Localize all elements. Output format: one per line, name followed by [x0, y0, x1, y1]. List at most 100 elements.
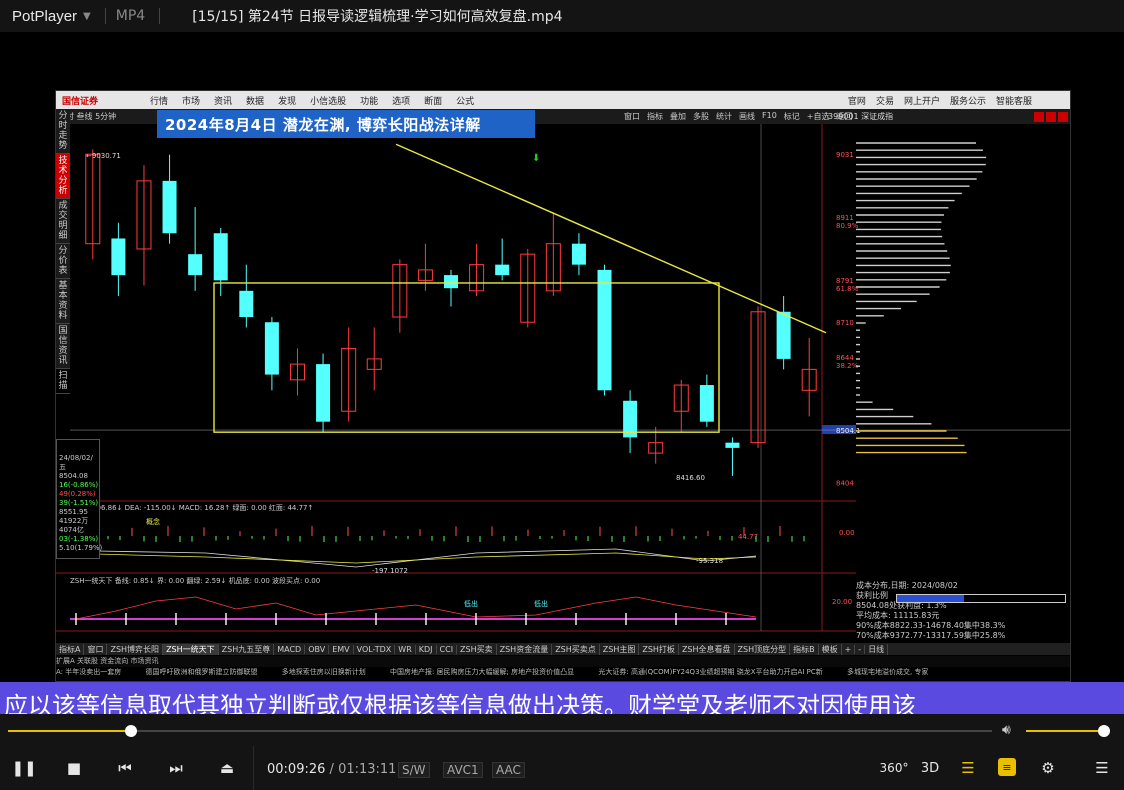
mini-icon[interactable]: [1046, 112, 1056, 122]
left-tabs: 分时走势 技术分析 成交明细 分价表 基本资料 国信资讯 扫描: [56, 109, 70, 394]
stop-icon[interactable]: ■: [64, 758, 84, 778]
left-tab[interactable]: 国信资讯: [56, 324, 70, 369]
toolbar-button[interactable]: 窗口: [624, 111, 640, 122]
seek-handle[interactable]: [125, 725, 137, 737]
chevron-down-icon[interactable]: ▼: [83, 11, 91, 22]
buy-label: 低出: [534, 599, 548, 608]
menu-icon[interactable]: ☰: [1092, 758, 1112, 778]
volume-fill: [1026, 730, 1104, 732]
menu-item[interactable]: 资讯: [214, 94, 232, 107]
eject-icon[interactable]: ⏏︎: [217, 758, 237, 778]
time-separator: /: [329, 762, 334, 777]
news-item[interactable]: 多地探索住房以旧换新计划: [282, 668, 366, 676]
toolbar-button[interactable]: 标记: [784, 111, 800, 122]
menu-item[interactable]: 行情: [150, 94, 168, 107]
pause-icon[interactable]: ❚❚: [11, 758, 36, 778]
3d-icon[interactable]: 3D: [920, 758, 940, 778]
indicator-tab[interactable]: ZSH主图: [600, 643, 640, 655]
left-tab[interactable]: 扫描: [56, 369, 70, 394]
indicator-tab[interactable]: OBV: [305, 644, 330, 654]
divider: [104, 8, 106, 24]
playlist-search-icon[interactable]: ☰: [958, 758, 978, 778]
menu-item[interactable]: 市场: [182, 94, 200, 107]
menu-item[interactable]: 发现: [278, 94, 296, 107]
indicator-tab[interactable]: ZSH打板: [639, 643, 679, 655]
indicator-tab[interactable]: VOL-TDX: [354, 644, 396, 654]
news-item[interactable]: 德国呼吁欧洲和俄罗斯建立防御联盟: [145, 668, 257, 676]
news-item[interactable]: A: 半年没卖出一套房: [56, 668, 121, 676]
candle-body: [444, 275, 458, 289]
previous-icon[interactable]: ⏮︎: [115, 758, 135, 778]
indicator-tab[interactable]: ZSH买卖: [457, 643, 497, 655]
menu-item[interactable]: 小信选股: [310, 94, 346, 107]
volume-handle[interactable]: [1097, 725, 1110, 737]
concept-label: 概念: [146, 517, 160, 526]
menu-right-item[interactable]: 官网: [848, 94, 866, 107]
indicator-tab[interactable]: +: [842, 644, 856, 654]
audio-codec-tag[interactable]: AAC: [492, 762, 525, 778]
mini-icon[interactable]: [1058, 112, 1068, 122]
left-tab[interactable]: 成交明细: [56, 199, 70, 244]
indicator-tab[interactable]: ZSH全息看盘: [679, 643, 735, 655]
toolbar-button[interactable]: 多股: [693, 111, 709, 122]
toolbar-buttons: 窗口 指标 叠加 多股 统计 画线 F10 标记 +自选 返回: [624, 111, 852, 122]
indicator-tab[interactable]: ZSH资金流量: [497, 643, 553, 655]
left-tab[interactable]: 基本资料: [56, 279, 70, 324]
indicator-tab[interactable]: ZSH九五至尊: [219, 643, 275, 655]
indicator-tab[interactable]: -: [855, 644, 866, 654]
indicator-tab[interactable]: 指标A: [56, 643, 85, 655]
window-controls: [1034, 112, 1068, 122]
news-item[interactable]: 中国房地产报: 居民购房压力大幅缓解; 房地产投资价值凸显: [390, 668, 574, 676]
candle-body: [264, 322, 279, 375]
indicator-tab[interactable]: ZSH一统天下: [163, 643, 219, 655]
info-line: 8504.08: [59, 472, 88, 480]
indicator-tab[interactable]: EMV: [329, 644, 354, 654]
left-tab[interactable]: 技术分析: [56, 154, 70, 199]
indicator-tab[interactable]: 指标B: [790, 643, 819, 655]
menu-item[interactable]: 选项: [392, 94, 410, 107]
news-item[interactable]: 多城现宅地溢价成交, 专家: [847, 668, 928, 676]
menu-right-item[interactable]: 交易: [876, 94, 894, 107]
toolbar-button[interactable]: F10: [762, 111, 777, 122]
divider: [253, 746, 254, 790]
menu-item[interactable]: 数据: [246, 94, 264, 107]
toolbar-button[interactable]: 统计: [716, 111, 732, 122]
news-item[interactable]: 光大证券: 高通(QCOM)FY24Q3业绩超预期 骁龙X平台助力开启AI PC…: [598, 668, 822, 676]
indicator-tab[interactable]: MACD: [274, 644, 306, 654]
menu-item[interactable]: 断面: [424, 94, 442, 107]
indicator-tab[interactable]: ZSH顶底分型: [735, 643, 791, 655]
indicator-tab[interactable]: 日线: [865, 643, 889, 655]
indicator-tab[interactable]: ZSH买卖点: [552, 643, 600, 655]
app-menu-button[interactable]: PotPlayer: [12, 8, 77, 25]
buy-label: 低出: [464, 599, 478, 608]
toolbar-button[interactable]: 叠加: [670, 111, 686, 122]
vr-360-icon[interactable]: 360°: [880, 758, 909, 778]
indicator-tab[interactable]: 模板: [819, 643, 842, 655]
notes-icon[interactable]: ≡: [998, 758, 1016, 776]
left-tab[interactable]: 分时走势: [56, 109, 70, 154]
toolbar-button[interactable]: +自选: [807, 111, 830, 122]
toolbar-button[interactable]: 画线: [739, 111, 755, 122]
renderer-tag[interactable]: S/W: [398, 762, 430, 778]
indicator-tab[interactable]: 窗口: [84, 643, 108, 655]
indicator-tab[interactable]: WR: [395, 644, 416, 654]
video-codec-tag[interactable]: AVC1: [443, 762, 483, 778]
price-tick-label: 80.9%: [836, 222, 859, 230]
indicator-tab[interactable]: CCI: [437, 644, 458, 654]
gear-icon[interactable]: ⚙: [1038, 758, 1058, 778]
menu-item[interactable]: 功能: [360, 94, 378, 107]
price-tick-label: 61.8%: [836, 285, 859, 293]
volume-icon[interactable]: 🔊︎: [1002, 722, 1011, 738]
indicator-tab[interactable]: ZSH博弈长阳: [107, 643, 164, 655]
video-area[interactable]: 9031 8911 80.9% 8791 61.8% 8710 8644 38.2% 8504.…: [0, 32, 1124, 724]
mini-icon[interactable]: [1034, 112, 1044, 122]
menu-item[interactable]: 公式: [456, 94, 474, 107]
menu-right-item[interactable]: 网上开户: [904, 94, 940, 107]
next-icon[interactable]: ⏭︎: [166, 758, 186, 778]
indicator-tab[interactable]: KDJ: [416, 644, 437, 654]
menu-right-item[interactable]: 智能客服: [996, 94, 1032, 107]
seek-track[interactable]: [8, 730, 992, 732]
menu-right-item[interactable]: 服务公示: [950, 94, 986, 107]
toolbar-button[interactable]: 指标: [647, 111, 663, 122]
left-tab[interactable]: 分价表: [56, 244, 70, 279]
